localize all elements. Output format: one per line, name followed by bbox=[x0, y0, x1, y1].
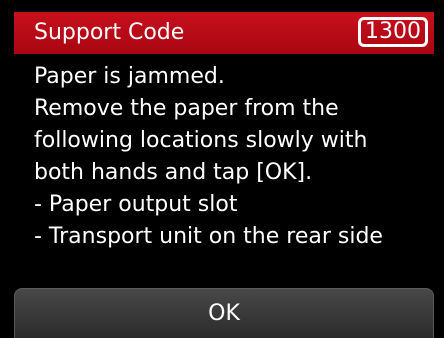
message-line: both hands and tap [OK]. bbox=[34, 160, 313, 185]
message-area[interactable]: Paper is jammed. Remove the paper from t… bbox=[14, 54, 434, 276]
message-line: - Paper output slot bbox=[34, 192, 238, 217]
ok-button[interactable]: OK bbox=[14, 288, 434, 338]
message-line: Paper is jammed. bbox=[34, 64, 225, 89]
support-code-title: Support Code bbox=[34, 20, 185, 45]
error-screen: Support Code 1300 Paper is jammed. Remov… bbox=[0, 0, 444, 338]
header-bar: Support Code 1300 bbox=[14, 12, 434, 54]
ok-button-label: OK bbox=[208, 301, 240, 326]
message-line: following locations slowly with bbox=[34, 128, 368, 153]
support-code-badge: 1300 bbox=[358, 17, 428, 47]
message-line: Remove the paper from the bbox=[34, 96, 339, 121]
message-line: - Transport unit on the rear side bbox=[34, 224, 383, 249]
